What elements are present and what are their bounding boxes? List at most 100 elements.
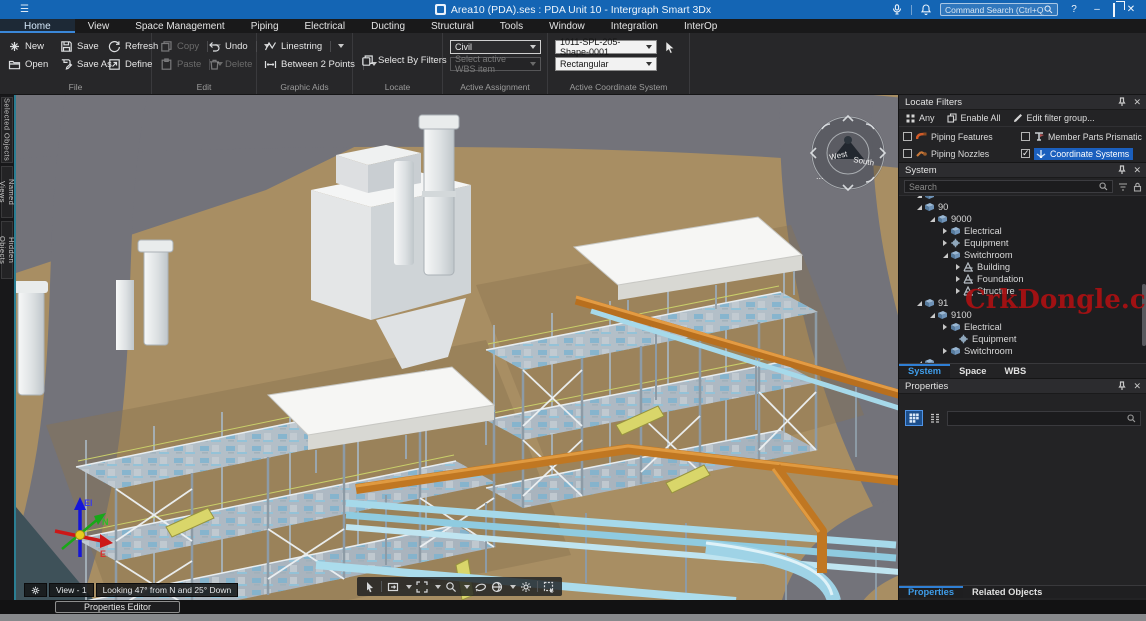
tab-electrical[interactable]: Electrical: [292, 19, 359, 33]
tree-row[interactable]: 9000: [899, 213, 1146, 225]
tree-row[interactable]: Electrical: [899, 321, 1146, 333]
coordinate-mode-dropdown[interactable]: Rectangular: [555, 57, 657, 71]
expander-open-icon[interactable]: [928, 217, 936, 222]
tree-row[interactable]: Switchroom: [899, 249, 1146, 261]
tab-space-management[interactable]: Space Management: [122, 19, 238, 33]
tree-row[interactable]: Structure: [899, 285, 1146, 297]
checkbox[interactable]: [903, 132, 912, 141]
tab-window[interactable]: Window: [536, 19, 598, 33]
checkbox[interactable]: [903, 149, 912, 158]
select-tool-button[interactable]: [364, 581, 376, 593]
help-button[interactable]: ?: [1067, 4, 1081, 15]
tree-row[interactable]: Building: [899, 261, 1146, 273]
view-name-chip[interactable]: View - 1: [49, 583, 94, 597]
tab-related-objects[interactable]: Related Objects: [963, 586, 1051, 598]
pin-icon[interactable]: [1118, 165, 1126, 175]
zoom-tool-dropdown[interactable]: [464, 585, 470, 589]
tab-integration[interactable]: Integration: [598, 19, 671, 33]
edit-filter-group-button[interactable]: Edit filter group...: [1013, 113, 1095, 123]
expander-closed-icon[interactable]: [941, 240, 949, 246]
tab-space[interactable]: Space: [950, 364, 995, 378]
permission-group-dropdown[interactable]: Civil: [450, 40, 541, 54]
compass-more-button[interactable]: ...: [816, 171, 824, 181]
fit-view-dropdown[interactable]: [406, 585, 412, 589]
tree-row[interactable]: Switchroom: [899, 345, 1146, 357]
zoom-extents-button[interactable]: [416, 581, 428, 593]
checkbox-checked[interactable]: [1021, 149, 1030, 158]
filter-member-parts-prismatic[interactable]: Member Parts Prismatic: [1021, 132, 1143, 142]
checkbox[interactable]: [1021, 132, 1030, 141]
fit-view-button[interactable]: [387, 581, 399, 593]
expander-open-icon[interactable]: [915, 301, 923, 306]
close-button[interactable]: ✕: [1124, 4, 1138, 15]
properties-filter-box[interactable]: [947, 411, 1141, 426]
expander-closed-icon[interactable]: [954, 288, 962, 294]
close-icon[interactable]: ✕: [1133, 381, 1141, 392]
command-search-box[interactable]: [940, 3, 1058, 16]
properties-filter-input[interactable]: [952, 413, 1127, 423]
tree-scrollbar[interactable]: [1142, 284, 1146, 346]
filter-piping-nozzles[interactable]: Piping Nozzles: [903, 149, 1021, 159]
pin-icon[interactable]: [1118, 381, 1126, 391]
zoom-extents-dropdown[interactable]: [435, 585, 441, 589]
filter-list-icon[interactable]: [1118, 182, 1128, 192]
new-button[interactable]: New: [8, 37, 48, 55]
properties-editor-button[interactable]: Properties Editor: [55, 601, 180, 613]
pin-icon[interactable]: [1118, 97, 1126, 107]
active-wbs-item-dropdown[interactable]: Select active WBS item: [450, 57, 541, 71]
tree-row[interactable]: Foundation: [899, 273, 1146, 285]
select-by-filters-button[interactable]: Select By Filters: [361, 51, 447, 69]
expander-open-icon[interactable]: [928, 313, 936, 318]
active-coordinate-system-dropdown[interactable]: 1011-SPL-205-Shape-0001: [555, 40, 657, 54]
expander-closed-icon[interactable]: [954, 276, 962, 282]
hamburger-menu-icon[interactable]: ☰: [20, 4, 29, 15]
define-button[interactable]: Define: [108, 55, 158, 73]
close-icon[interactable]: ✕: [1133, 97, 1141, 108]
view-style-dropdown[interactable]: [510, 585, 516, 589]
tab-tools[interactable]: Tools: [487, 19, 536, 33]
tab-piping[interactable]: Piping: [238, 19, 292, 33]
viewport-3d[interactable]: West South ... El N E: [14, 95, 898, 600]
microphone-icon[interactable]: [892, 4, 902, 15]
restore-button[interactable]: [1113, 4, 1115, 16]
named-views-tab[interactable]: Named Views: [1, 166, 13, 218]
tab-home[interactable]: Home: [0, 19, 75, 33]
expander-closed-icon[interactable]: [941, 324, 949, 330]
tab-properties[interactable]: Properties: [899, 586, 963, 598]
enable-all-button[interactable]: Enable All: [947, 113, 1001, 123]
orbit-rotate-button[interactable]: [474, 581, 487, 593]
tree-row[interactable]: 9100: [899, 309, 1146, 321]
selected-objects-tab[interactable]: Selected Objects: [1, 97, 13, 163]
tab-interop[interactable]: InterOp: [671, 19, 730, 33]
tree-row[interactable]: Electrical: [899, 225, 1146, 237]
tree-row[interactable]: Equipment: [899, 333, 1146, 345]
notifications-bell-icon[interactable]: [921, 4, 931, 15]
save-button[interactable]: Save: [60, 37, 112, 55]
view-settings-chip[interactable]: [24, 583, 47, 597]
tree-row[interactable]: 90: [899, 201, 1146, 213]
view-navigation-compass[interactable]: West South ...: [806, 113, 894, 193]
refresh-button[interactable]: Refresh: [108, 37, 158, 55]
filter-coordinate-systems[interactable]: Coordinate Systems: [1021, 148, 1143, 160]
expander-closed-icon[interactable]: [954, 264, 962, 270]
view-style-sphere-button[interactable]: [491, 581, 503, 593]
expander-open-icon[interactable]: [941, 253, 949, 258]
system-search-box[interactable]: [904, 180, 1113, 193]
expander-closed-icon[interactable]: [941, 228, 949, 234]
tab-wbs[interactable]: WBS: [995, 364, 1035, 378]
view-settings-gear-button[interactable]: [520, 581, 532, 593]
zoom-tool-button[interactable]: [445, 581, 457, 593]
tab-ducting[interactable]: Ducting: [358, 19, 418, 33]
tab-structural[interactable]: Structural: [418, 19, 487, 33]
save-as-button[interactable]: Save As: [60, 55, 112, 73]
tab-view[interactable]: View: [75, 19, 123, 33]
tree-row[interactable]: Equipment: [899, 237, 1146, 249]
close-icon[interactable]: ✕: [1133, 165, 1141, 176]
any-filter-button[interactable]: Any: [906, 113, 935, 123]
properties-list-view-button[interactable]: [928, 410, 942, 426]
properties-grid-view-button[interactable]: [905, 410, 923, 426]
command-search-input[interactable]: [945, 5, 1044, 15]
expander-open-icon[interactable]: [915, 205, 923, 210]
lock-icon[interactable]: [1133, 182, 1142, 192]
select-set-button[interactable]: [543, 581, 555, 593]
